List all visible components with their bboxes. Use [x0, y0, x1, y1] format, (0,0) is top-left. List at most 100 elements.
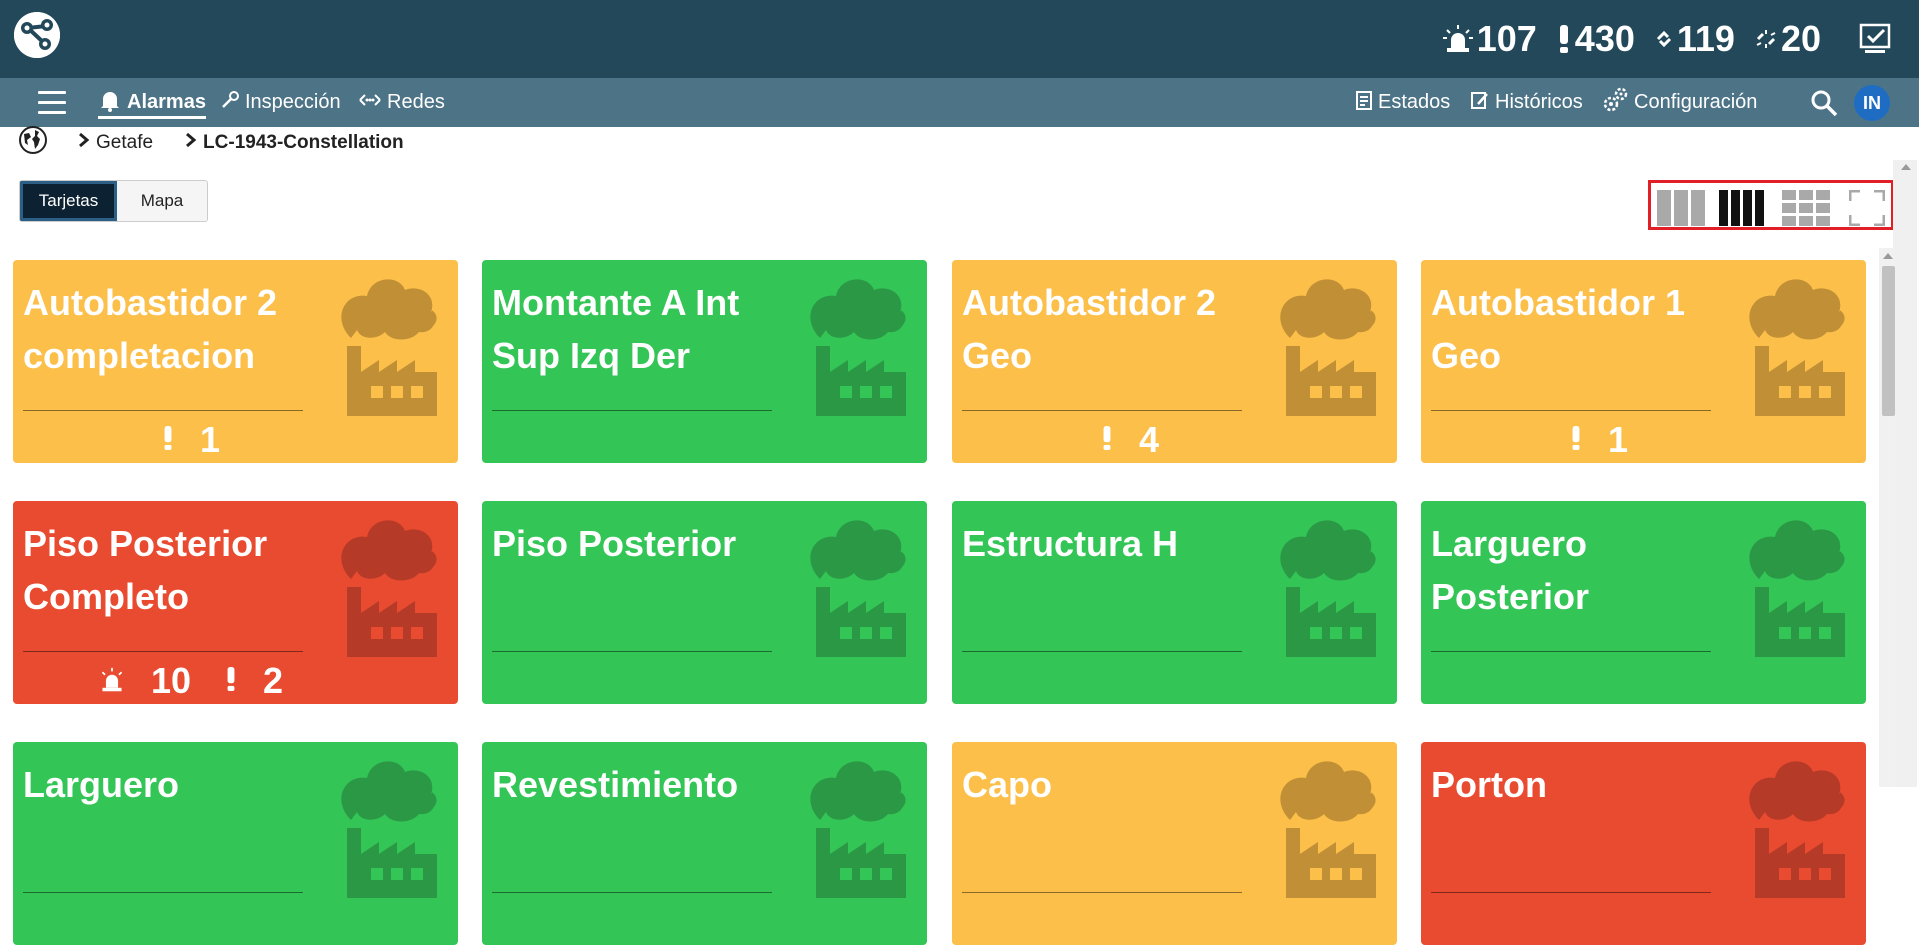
exclamation-icon	[225, 660, 237, 702]
breadcrumb-item-current[interactable]: LC-1943-Constellation	[185, 132, 404, 154]
card-divider	[962, 892, 1242, 893]
nav-item-inspeccion[interactable]: Inspección	[220, 78, 341, 127]
card[interactable]: Autobastidor 1 Geo 1	[1421, 260, 1866, 463]
nav-item-alarmas[interactable]: Alarmas	[98, 78, 206, 127]
card-divider	[23, 892, 303, 893]
factory-icon	[321, 509, 445, 662]
counters: 107 430 119 20	[1442, 0, 1893, 78]
card-divider	[1431, 410, 1711, 411]
network-logo-icon[interactable]	[14, 12, 60, 58]
card[interactable]: Revestimiento	[482, 742, 927, 945]
card[interactable]: Piso Posterior	[482, 501, 927, 704]
card-divider	[492, 892, 772, 893]
card-divider	[492, 410, 772, 411]
nav-label: Históricos	[1495, 91, 1583, 113]
nav-item-estados[interactable]: Estados	[1355, 78, 1450, 127]
factory-icon	[1260, 750, 1384, 903]
exclamation-icon	[162, 419, 174, 461]
card-title: Capo	[962, 764, 1052, 805]
card[interactable]: Larguero Posterior Izquierdo	[1421, 501, 1866, 704]
disconnect-counter[interactable]: 119	[1655, 18, 1735, 60]
card[interactable]: Autobastidor 2 completacion 1	[13, 260, 458, 463]
hamburger-menu-icon[interactable]	[38, 91, 66, 115]
card-stat-value: 2	[263, 660, 284, 701]
exclamation-icon	[1570, 419, 1582, 461]
four-columns-icon[interactable]	[1719, 190, 1767, 231]
cards-scrollbar-thumb[interactable]	[1882, 266, 1895, 416]
broken-link-counter[interactable]: 20	[1755, 18, 1821, 60]
card-divider	[1431, 651, 1711, 652]
grid-icon[interactable]	[1782, 190, 1832, 231]
card-stat: 4	[1101, 419, 1159, 461]
factory-icon	[321, 750, 445, 903]
card-stats: 1	[1421, 418, 1777, 462]
broken-link-icon	[1755, 28, 1777, 50]
counter-value: 430	[1574, 18, 1635, 59]
page-scroll-up-arrow[interactable]	[1901, 164, 1911, 170]
card[interactable]: Capo	[952, 742, 1397, 945]
nav-item-configuracion[interactable]: Configuración	[1601, 78, 1757, 127]
breadcrumb-label: Getafe	[96, 132, 154, 153]
card-stat: 2	[225, 660, 283, 702]
card-stat: 10	[99, 660, 191, 702]
globe-icon[interactable]	[18, 125, 48, 161]
checklist-monitor-icon[interactable]	[1859, 22, 1893, 56]
breadcrumb-label: LC-1943-Constellation	[203, 132, 404, 153]
disconnect-icon	[1655, 30, 1673, 48]
card-title: Estructura H	[962, 523, 1179, 564]
card[interactable]: Porton	[1421, 742, 1866, 945]
card[interactable]: Montante A Int Sup Izq Der	[482, 260, 927, 463]
card-title: Larguero	[23, 764, 180, 805]
card-title: Autobastidor 2 Geo	[962, 282, 1217, 376]
top-bar: 107 430 119 20	[0, 0, 1919, 78]
factory-icon	[790, 509, 914, 662]
card-divider	[492, 651, 772, 652]
card-title: Autobastidor 1 Geo	[1431, 282, 1686, 376]
toggle-tarjetas[interactable]: Tarjetas	[20, 181, 117, 221]
card-stats: 4	[952, 418, 1308, 462]
page-scrollbar[interactable]	[1893, 160, 1917, 787]
search-icon[interactable]	[1810, 78, 1838, 127]
card-divider	[1431, 892, 1711, 893]
bell-icon	[98, 88, 122, 118]
alarm-counter[interactable]: 107	[1442, 18, 1537, 60]
card[interactable]: Piso Posterior Completo 10 2	[13, 501, 458, 704]
card-stat: 1	[162, 419, 220, 461]
factory-icon	[1260, 509, 1384, 662]
card-divider	[23, 410, 303, 411]
breadcrumb-item[interactable]: Getafe	[78, 132, 153, 154]
nav-label: Alarmas	[127, 91, 206, 113]
card-stat-value: 10	[150, 660, 191, 701]
counter-value: 20	[1780, 18, 1821, 59]
scroll-up-arrow[interactable]	[1883, 253, 1893, 259]
chevron-right-icon	[185, 132, 197, 154]
siren-icon	[99, 660, 125, 702]
nav-item-historicos[interactable]: Históricos	[1470, 78, 1583, 127]
toggle-mapa[interactable]: Mapa	[117, 181, 207, 221]
warning-counter[interactable]: 430	[1557, 18, 1635, 60]
avatar[interactable]: IN	[1854, 85, 1890, 121]
card-title: Piso Posterior	[492, 523, 737, 564]
card[interactable]: Autobastidor 2 Geo 4	[952, 260, 1397, 463]
fullscreen-icon[interactable]	[1848, 189, 1886, 231]
wrench-icon	[220, 90, 240, 116]
card-stat-value: 4	[1138, 419, 1160, 460]
nav-item-redes[interactable]: Redes	[358, 78, 445, 127]
card-stats: 1	[13, 418, 369, 462]
nav-label: Redes	[387, 91, 445, 113]
gears-icon	[1601, 86, 1629, 120]
card-title: Larguero Posterior Izquierdo	[1431, 523, 1590, 617]
card-stat-value: 1	[199, 419, 221, 460]
three-columns-icon[interactable]	[1657, 190, 1707, 231]
card[interactable]: Larguero	[13, 742, 458, 945]
card-divider	[23, 651, 303, 652]
factory-icon	[1729, 268, 1853, 421]
factory-icon	[790, 750, 914, 903]
card-title: Autobastidor 2 completacion	[23, 282, 278, 376]
card-title: Revestimiento	[492, 764, 739, 805]
card[interactable]: Estructura H	[952, 501, 1397, 704]
siren-icon	[1442, 24, 1473, 54]
factory-icon	[321, 268, 445, 421]
view-toggle: Tarjetas Mapa	[19, 180, 208, 222]
network-arrows-icon	[358, 90, 382, 116]
